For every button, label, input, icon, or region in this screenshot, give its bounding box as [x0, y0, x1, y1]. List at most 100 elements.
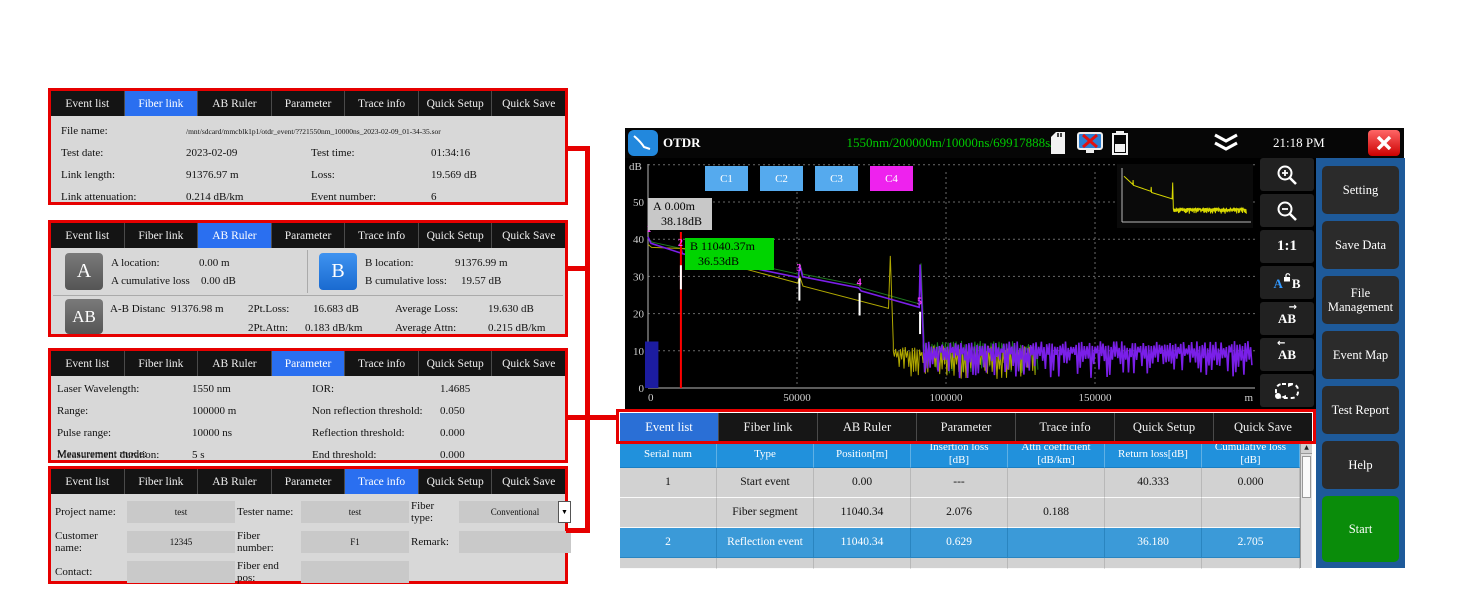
tab-event-list[interactable]: Event list: [620, 413, 719, 441]
col-attn-coefficient: Attn coefficient [dB/km]: [1008, 441, 1105, 468]
tab-quick-setup[interactable]: Quick Setup: [1115, 413, 1214, 441]
tab-parameter[interactable]: Parameter: [272, 351, 346, 376]
dropdown-arrow-icon[interactable]: ▼: [558, 501, 571, 523]
connector-stub-2: [566, 266, 590, 271]
tester-name-input[interactable]: [301, 501, 409, 523]
cursor-a-button[interactable]: A: [65, 253, 103, 290]
test-report-button[interactable]: Test Report: [1322, 386, 1399, 434]
cursor-b-readout[interactable]: B 11040.37m 36.53dB: [685, 238, 774, 270]
fiber-type-select[interactable]: [459, 501, 571, 523]
cursor-a-readout[interactable]: A 0.00m 38.18dB: [648, 198, 712, 230]
tab-ab-ruler[interactable]: AB Ruler: [198, 469, 272, 494]
customer-name-input[interactable]: [127, 531, 235, 553]
cursor-a-loss: 38.18dB: [653, 214, 702, 228]
tab-event-list[interactable]: Event list: [51, 223, 125, 248]
tab-ab-ruler[interactable]: AB Ruler: [818, 413, 917, 441]
tab-quick-setup[interactable]: Quick Setup: [419, 351, 493, 376]
cursor-c1-button[interactable]: C1: [705, 166, 748, 191]
b-cum-loss-label: B cumulative loss:: [365, 275, 447, 287]
cursor-c4-button[interactable]: C4: [870, 166, 913, 191]
tab-fiber-link[interactable]: Fiber link: [125, 469, 199, 494]
table-row-selected[interactable]: 2 Reflection event 11040.34 0.629 36.180…: [620, 528, 1300, 558]
tab-ab-ruler[interactable]: AB Ruler: [198, 223, 272, 248]
trace-plot[interactable]: 1234550403020100050000100000150000dBm: [625, 158, 1258, 410]
tab-quick-setup[interactable]: Quick Setup: [419, 469, 493, 494]
tab-trace-info[interactable]: Trace info: [345, 469, 419, 494]
fiber-end-pos-label: Fiber end pos:: [237, 560, 299, 584]
tab-quick-save[interactable]: Quick Save: [492, 469, 565, 494]
tab-ab-ruler[interactable]: AB Ruler: [198, 91, 272, 116]
table-row[interactable]: [620, 558, 1300, 569]
contact-input[interactable]: [127, 561, 235, 583]
cell: [620, 498, 717, 528]
move-b-to-a-button[interactable]: →AB: [1260, 302, 1314, 335]
svg-text:0: 0: [648, 392, 654, 404]
tab-fiber-link[interactable]: Fiber link: [125, 223, 199, 248]
start-button[interactable]: Start: [1322, 496, 1399, 562]
event-map-button[interactable]: Event Map: [1322, 331, 1399, 379]
cursor-ab-button[interactable]: AB: [65, 299, 103, 334]
cell: 0.188: [1008, 498, 1105, 528]
tab-event-list[interactable]: Event list: [51, 91, 125, 116]
remark-input[interactable]: [459, 531, 571, 553]
a-location-value: 0.00 m: [199, 257, 230, 269]
cursor-c3-button[interactable]: C3: [815, 166, 858, 191]
cell: 1: [620, 468, 717, 498]
tab-trace-info[interactable]: Trace info: [1016, 413, 1115, 441]
zoom-in-button[interactable]: [1260, 158, 1314, 191]
tab-event-list[interactable]: Event list: [51, 469, 125, 494]
tab-quick-setup[interactable]: Quick Setup: [419, 91, 493, 116]
help-button[interactable]: Help: [1322, 441, 1399, 489]
file-management-button[interactable]: File Management: [1322, 276, 1399, 324]
param-value: 5 s: [192, 444, 312, 466]
cursor-b-letter: B: [690, 239, 698, 253]
otdr-app-icon[interactable]: [628, 130, 658, 156]
tab-parameter[interactable]: Parameter: [272, 469, 346, 494]
zoom-out-button[interactable]: [1260, 194, 1314, 227]
tab-fiber-link[interactable]: Fiber link: [125, 351, 199, 376]
ab-lock-toggle-button[interactable]: AB: [1260, 266, 1314, 299]
tab-trace-info[interactable]: Trace info: [345, 91, 419, 116]
zoom-1-1-button[interactable]: 1:1: [1260, 230, 1314, 263]
save-data-button[interactable]: Save Data: [1322, 221, 1399, 269]
scrollbar-thumb[interactable]: [1302, 456, 1311, 498]
tab-quick-save[interactable]: Quick Save: [492, 351, 565, 376]
tab-trace-info[interactable]: Trace info: [345, 351, 419, 376]
tab-event-list[interactable]: Event list: [51, 351, 125, 376]
tab-quick-save[interactable]: Quick Save: [492, 91, 565, 116]
move-a-to-b-button[interactable]: ←AB: [1260, 338, 1314, 371]
fiber-end-pos-input[interactable]: [301, 561, 409, 583]
table-row[interactable]: Fiber segment 11040.34 2.076 0.188: [620, 498, 1300, 528]
cell: [717, 558, 814, 569]
param-value: 1550 nm: [192, 378, 312, 400]
trace-chart[interactable]: 1234550403020100050000100000150000dBm C1…: [625, 158, 1258, 410]
tab-ab-ruler[interactable]: AB Ruler: [198, 351, 272, 376]
project-name-input[interactable]: [127, 501, 235, 523]
cycle-traces-icon: [1274, 381, 1300, 401]
tab-fiber-link[interactable]: Fiber link: [125, 91, 199, 116]
cursor-c2-button[interactable]: C2: [760, 166, 803, 191]
table-scrollbar[interactable]: ▲: [1300, 441, 1312, 568]
cursor-b-button[interactable]: B: [319, 253, 357, 290]
loss-label: Loss:: [311, 164, 431, 186]
tab-trace-info[interactable]: Trace info: [345, 223, 419, 248]
tab-quick-setup[interactable]: Quick Setup: [419, 223, 493, 248]
table-row[interactable]: 1 Start event 0.00 --- 40.333 0.000: [620, 468, 1300, 498]
tab-parameter[interactable]: Parameter: [272, 91, 346, 116]
tab-fiber-link[interactable]: Fiber link: [719, 413, 818, 441]
param-label: Laser Wavelength:: [57, 378, 192, 400]
param-label: Range:: [57, 400, 192, 422]
param-label: Non reflection threshold:: [312, 400, 440, 422]
fiber-number-input[interactable]: [301, 531, 409, 553]
tab-parameter[interactable]: Parameter: [272, 223, 346, 248]
setting-button[interactable]: Setting: [1322, 166, 1399, 214]
cell: 0.629: [911, 528, 1008, 558]
tab-quick-save[interactable]: Quick Save: [492, 223, 565, 248]
panel1-tab-bar: Event list Fiber link AB Ruler Parameter…: [51, 91, 565, 116]
hide-panel-chevrons-icon[interactable]: [1207, 132, 1245, 159]
trace-cycle-button[interactable]: [1260, 374, 1314, 407]
scroll-up-icon[interactable]: ▲: [1301, 441, 1312, 454]
tab-quick-save[interactable]: Quick Save: [1214, 413, 1312, 441]
close-button[interactable]: [1368, 130, 1400, 156]
tab-parameter[interactable]: Parameter: [917, 413, 1016, 441]
